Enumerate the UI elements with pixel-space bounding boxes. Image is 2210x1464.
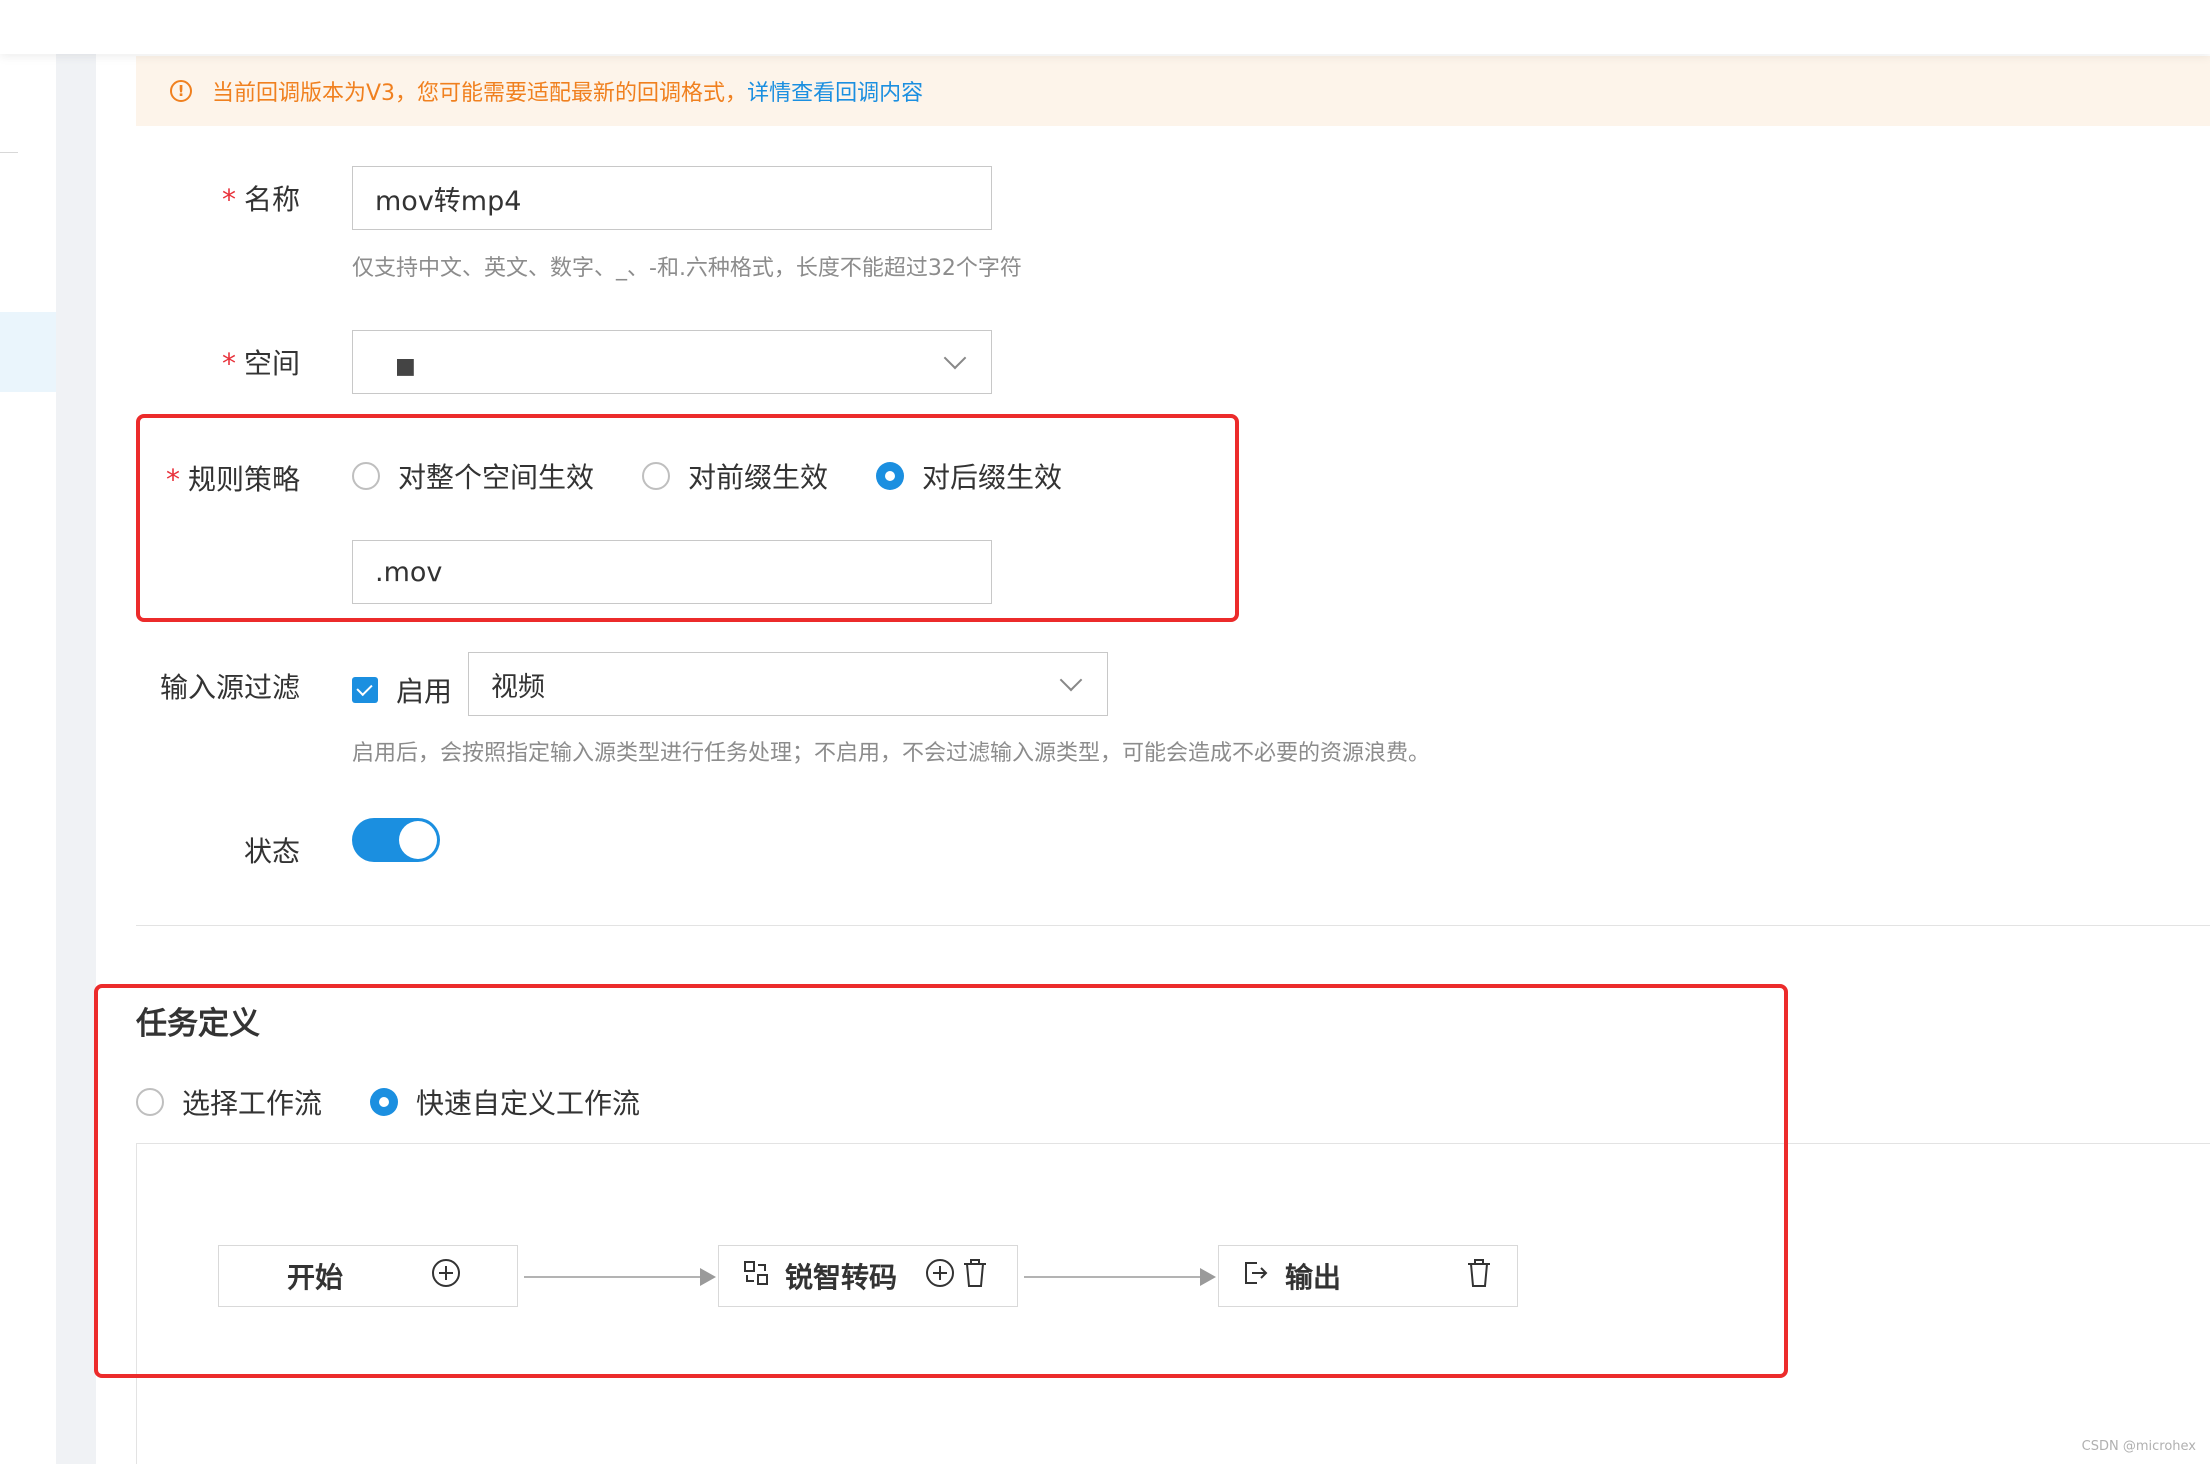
trash-icon[interactable] xyxy=(1465,1258,1493,1295)
flow-node-transcode-label: 锐智转码 xyxy=(785,1261,898,1294)
suffix-input-value: .mov xyxy=(375,556,443,588)
name-input[interactable]: mov转mp4 xyxy=(352,166,992,230)
chevron-down-icon xyxy=(1059,668,1083,692)
flow-connector xyxy=(524,1276,704,1278)
arrow-right-icon xyxy=(700,1268,716,1286)
name-input-value: mov转mp4 xyxy=(375,185,522,217)
warning-icon: ! xyxy=(170,80,192,102)
input-type-select-value: 视频 xyxy=(491,671,545,703)
alert-details-link[interactable]: 详情查看回调内容 xyxy=(747,75,923,107)
name-hint: 仅支持中文、英文、数字、_、-和.六种格式，长度不能超过32个字符 xyxy=(352,256,1022,281)
task-title: 任务定义 xyxy=(136,1006,260,1042)
task-radio-group: 选择工作流 快速自定义工作流 xyxy=(136,1082,688,1122)
radio-selected-icon xyxy=(370,1088,399,1116)
trash-icon[interactable] xyxy=(961,1258,989,1295)
input-type-select[interactable]: 视频 xyxy=(468,652,1108,716)
flow-node-output[interactable]: 输出 xyxy=(1218,1245,1518,1307)
rule-option-suffix[interactable]: 对后缀生效 xyxy=(876,456,1062,496)
checkbox-checked-icon xyxy=(352,677,378,703)
space-select-value: ■ xyxy=(395,353,416,379)
input-filter-hint: 启用后，会按照指定输入源类型进行任务处理；不启用，不会过滤输入源类型，可能会造成… xyxy=(352,741,1431,766)
input-filter-label: 输入源过滤 xyxy=(159,671,300,704)
flow-node-output-label: 输出 xyxy=(1285,1261,1342,1294)
space-label: * 空间 xyxy=(221,347,300,380)
rule-radio-group: 对整个空间生效 对前缀生效 对后缀生效 xyxy=(352,456,1110,496)
watermark: CSDN @microhex xyxy=(2081,1439,2196,1454)
top-bar xyxy=(0,0,2210,54)
task-option-select-workflow[interactable]: 选择工作流 xyxy=(136,1082,322,1122)
left-nav xyxy=(0,54,57,1464)
status-label: 状态 xyxy=(243,835,300,868)
section-divider xyxy=(136,925,2210,926)
space-select[interactable]: ■ xyxy=(352,330,992,394)
radio-selected-icon xyxy=(876,462,905,490)
status-toggle[interactable] xyxy=(352,818,440,862)
task-option-custom-workflow[interactable]: 快速自定义工作流 xyxy=(370,1082,640,1122)
callback-version-alert: ! 当前回调版本为V3，您可能需要适配最新的回调格式， 详情查看回调内容 xyxy=(136,56,2210,126)
flow-node-start-label: 开始 xyxy=(287,1261,344,1294)
input-filter-checkbox-label: 启用 xyxy=(396,675,453,708)
export-icon xyxy=(1243,1260,1269,1293)
flow-node-start[interactable]: 开始 xyxy=(218,1245,518,1307)
name-label: * 名称 xyxy=(221,183,300,216)
required-mark: * xyxy=(221,347,236,380)
radio-icon xyxy=(642,462,671,490)
arrow-right-icon xyxy=(1200,1268,1216,1286)
nav-divider xyxy=(0,152,18,153)
chevron-down-icon xyxy=(943,346,967,370)
alert-message: 当前回调版本为V3，您可能需要适配最新的回调格式， xyxy=(212,81,748,106)
flow-node-transcode[interactable]: 锐智转码 xyxy=(718,1245,1018,1307)
plus-circle-icon[interactable] xyxy=(925,1258,955,1295)
suffix-input[interactable]: .mov xyxy=(352,540,992,604)
required-mark: * xyxy=(221,183,236,216)
rule-label: * 规则策略 xyxy=(165,463,300,496)
input-filter-checkbox[interactable]: 启用 xyxy=(352,670,452,710)
required-mark: * xyxy=(165,463,180,496)
flow-connector xyxy=(1024,1276,1204,1278)
radio-icon xyxy=(352,462,380,490)
radio-icon xyxy=(136,1088,164,1116)
transcode-icon xyxy=(743,1260,769,1293)
rule-option-whole-space[interactable]: 对整个空间生效 xyxy=(352,456,594,496)
rule-option-prefix[interactable]: 对前缀生效 xyxy=(642,456,828,496)
toggle-knob xyxy=(399,821,437,859)
plus-circle-icon[interactable] xyxy=(431,1258,461,1295)
content-gutter xyxy=(56,54,96,1464)
